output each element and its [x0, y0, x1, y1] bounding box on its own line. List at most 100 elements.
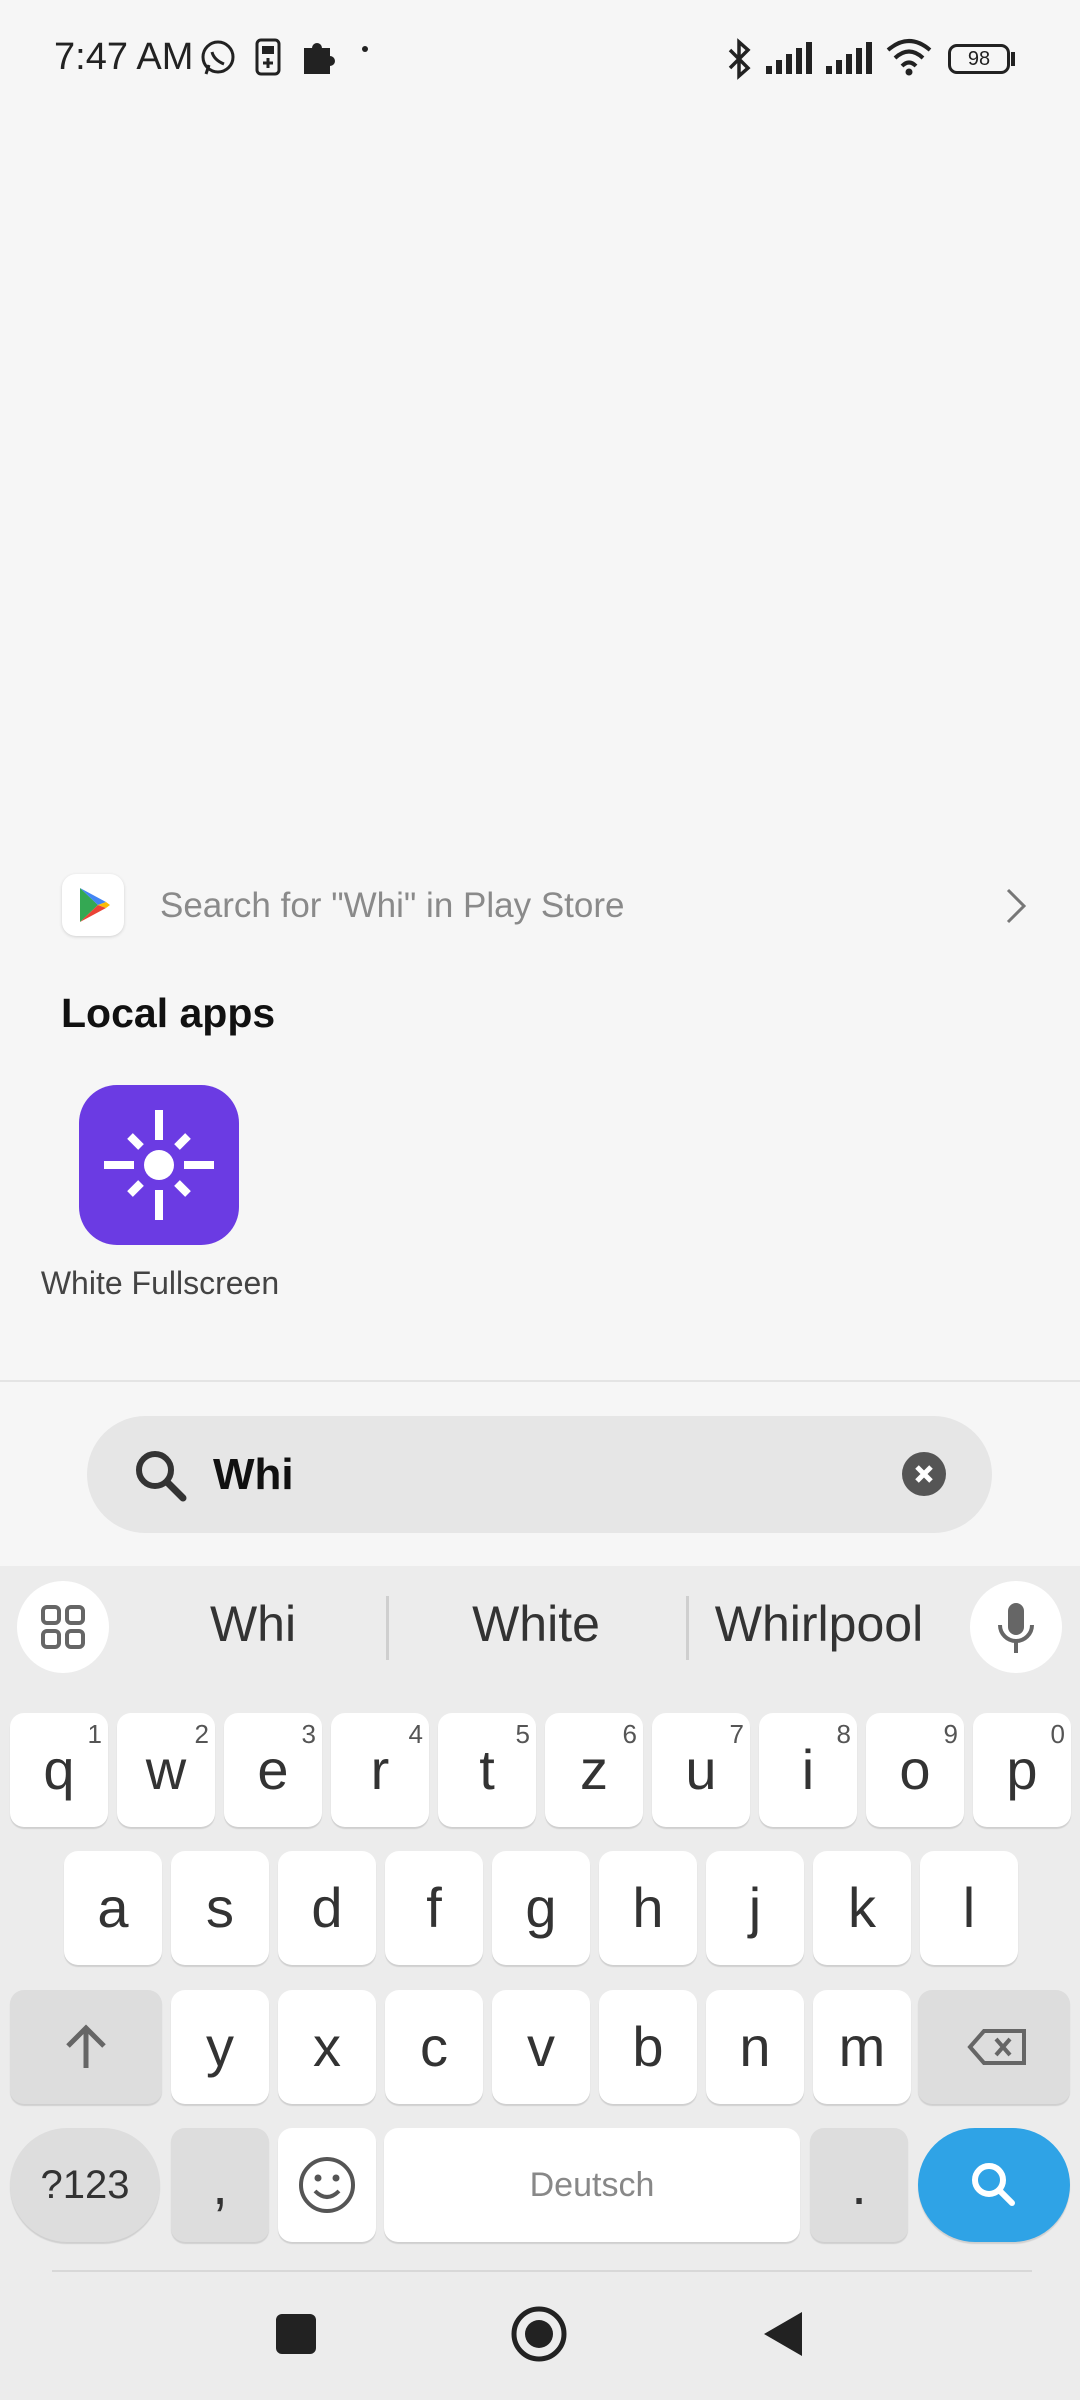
key-v[interactable]: v — [492, 1990, 590, 2104]
key-x[interactable]: x — [278, 1990, 376, 2104]
whatsapp-icon — [201, 40, 235, 75]
key-w[interactable]: w2 — [117, 1713, 215, 1827]
key-char: y — [206, 2015, 234, 2078]
key-char: j — [748, 1876, 762, 1939]
key-s[interactable]: s — [171, 1851, 269, 1965]
key-char: n — [739, 2015, 771, 2078]
key-period[interactable]: . — [810, 2128, 908, 2242]
search-bar[interactable]: Whi — [87, 1416, 992, 1533]
status-time: 7:47 AM — [54, 36, 194, 78]
key-char: x — [313, 2015, 341, 2078]
signal-icon-2 — [826, 42, 872, 74]
key-y[interactable]: y — [171, 1990, 269, 2104]
voice-input-button[interactable] — [970, 1581, 1062, 1673]
key-char: ?123 — [40, 2163, 130, 2207]
key-char: m — [838, 2015, 886, 2078]
backspace-icon — [967, 2029, 1026, 2065]
play-store-icon — [62, 874, 124, 936]
shift-button[interactable] — [10, 1990, 162, 2104]
battery-tip — [1011, 52, 1015, 66]
recents-button[interactable] — [274, 2312, 318, 2361]
key-char: b — [632, 2015, 664, 2078]
key-char: s — [206, 1876, 234, 1939]
search-submit-button[interactable] — [918, 2128, 1070, 2242]
shift-arrow-icon — [66, 2024, 106, 2068]
key-char: l — [962, 1876, 976, 1939]
key-e[interactable]: e3 — [224, 1713, 322, 1827]
key-num: 8 — [836, 1719, 851, 1749]
divider — [0, 1380, 1080, 1382]
key-num: 4 — [408, 1719, 423, 1749]
search-input[interactable]: Whi — [213, 1450, 294, 1500]
key-g[interactable]: g — [492, 1851, 590, 1965]
key-l[interactable]: l — [920, 1851, 1018, 1965]
key-num: 7 — [729, 1719, 744, 1749]
key-num: 6 — [622, 1719, 637, 1749]
key-c[interactable]: c — [385, 1990, 483, 2104]
key-r[interactable]: r4 — [331, 1713, 429, 1827]
play-store-search-row[interactable]: Search for "Whi" in Play Store — [0, 870, 1080, 946]
key-k[interactable]: k — [813, 1851, 911, 1965]
bluetooth-icon — [728, 38, 751, 80]
keyboard-bottom-divider — [52, 2270, 1032, 2272]
key-b[interactable]: b — [599, 1990, 697, 2104]
puzzle-icon — [304, 43, 335, 74]
back-button[interactable] — [762, 2310, 804, 2363]
key-char: g — [525, 1876, 557, 1939]
suggestion-2[interactable]: White — [420, 1595, 652, 1653]
key-a[interactable]: a — [64, 1851, 162, 1965]
key-j[interactable]: j — [706, 1851, 804, 1965]
key-char: f — [426, 1876, 442, 1939]
key-char: h — [632, 1876, 664, 1939]
key-h[interactable]: h — [599, 1851, 697, 1965]
key-num: 9 — [943, 1719, 958, 1749]
key-i[interactable]: i8 — [759, 1713, 857, 1827]
battery-icon: 98 — [948, 44, 1010, 74]
triangle-back-icon — [764, 2312, 802, 2356]
key-q[interactable]: q1 — [10, 1713, 108, 1827]
key-u[interactable]: u7 — [652, 1713, 750, 1827]
keyboard-apps-button[interactable] — [17, 1581, 109, 1673]
microphone-icon — [998, 1603, 1034, 1653]
key-char: . — [851, 2153, 867, 2216]
key-num: 2 — [194, 1719, 209, 1749]
circle-icon — [511, 2306, 567, 2362]
grid-icon — [41, 1605, 85, 1649]
key-f[interactable]: f — [385, 1851, 483, 1965]
suggestion-divider — [386, 1596, 389, 1660]
section-title: Local apps — [61, 990, 276, 1036]
backspace-button[interactable] — [918, 1990, 1070, 2104]
key-t[interactable]: t5 — [438, 1713, 536, 1827]
key-char: v — [527, 2015, 555, 2078]
key-o[interactable]: o9 — [866, 1713, 964, 1827]
suggestion-3[interactable]: Whirlpool — [698, 1595, 940, 1653]
battery-level: 98 — [967, 48, 991, 70]
home-button[interactable] — [511, 2306, 567, 2367]
clear-search-button[interactable] — [902, 1452, 946, 1496]
key-m[interactable]: m — [813, 1990, 911, 2104]
key-d[interactable]: d — [278, 1851, 376, 1965]
suggestion-divider — [686, 1596, 689, 1660]
key-char: d — [311, 1876, 343, 1939]
app-label: White Fullscreen — [40, 1265, 280, 1301]
key-char: c — [420, 2015, 448, 2078]
key-n[interactable]: n — [706, 1990, 804, 2104]
key-z[interactable]: z6 — [545, 1713, 643, 1827]
symbols-button[interactable]: ?123 — [10, 2128, 160, 2242]
suggestion-1[interactable]: Whi — [160, 1595, 346, 1653]
search-icon — [136, 1451, 187, 1502]
search-icon — [972, 2163, 1015, 2206]
key-p[interactable]: p0 — [973, 1713, 1071, 1827]
key-char: , — [212, 2153, 228, 2216]
key-num: 0 — [1050, 1719, 1065, 1749]
key-num: 3 — [301, 1719, 316, 1749]
key-comma[interactable]: , — [171, 2128, 269, 2242]
emoji-icon — [299, 2157, 355, 2213]
emoji-button[interactable] — [278, 2128, 376, 2242]
square-icon — [276, 2314, 316, 2354]
close-icon — [915, 1465, 933, 1483]
play-store-search-label: Search for "Whi" in Play Store — [160, 886, 625, 925]
status-bar: 7:47 AM 98 — [0, 0, 1080, 120]
chevron-right-icon — [1006, 888, 1027, 924]
space-bar[interactable]: Deutsch — [384, 2128, 800, 2242]
